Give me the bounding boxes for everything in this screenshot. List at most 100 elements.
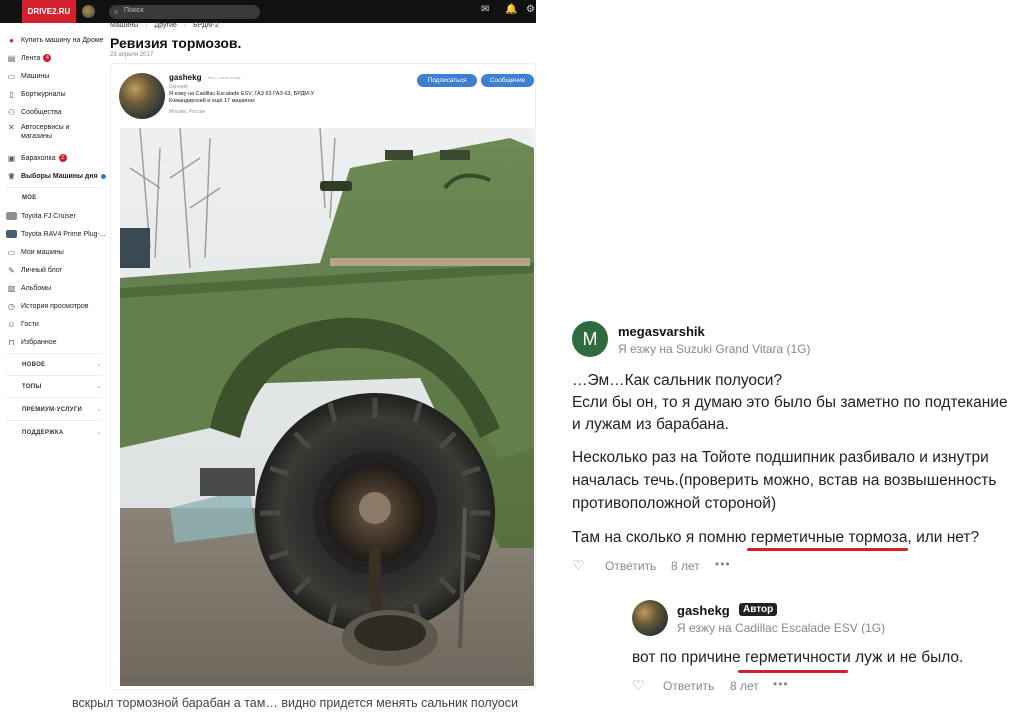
- hatch-window: [320, 181, 352, 191]
- car-thumbnail: [6, 230, 17, 238]
- author-cars: Я езжу на Cadillac Escalade ESV, ГАЗ 63 …: [169, 91, 315, 104]
- comment-line: Если бы он, то я думаю это было бы замет…: [572, 394, 1008, 411]
- background-tank: [120, 228, 150, 268]
- author-city: Москва, Россия: [169, 109, 206, 115]
- commenter-name[interactable]: megasvarshik: [618, 324, 705, 339]
- subscribe-button[interactable]: Подписаться: [417, 74, 477, 87]
- my-item-label: Гости: [21, 320, 39, 328]
- pen-icon: ✎: [8, 265, 15, 275]
- divider: [6, 375, 102, 376]
- breadcrumb-sep: ›: [183, 22, 187, 29]
- turret-window: [385, 150, 413, 160]
- site-logo[interactable]: DRIVE2.RU: [22, 0, 76, 23]
- like-icon[interactable]: ♡: [632, 677, 645, 694]
- more-icon[interactable]: •••: [773, 677, 789, 691]
- more-icon[interactable]: •••: [715, 557, 731, 571]
- guests-icon: ☺: [7, 319, 16, 329]
- sidebar-item-market[interactable]: ▣ Барахолка 2: [6, 151, 67, 165]
- chevron-down-icon[interactable]: ⌄: [96, 428, 102, 436]
- section-new[interactable]: НОВОЕ: [22, 362, 45, 368]
- comment-line: …Эм…Как сальник полуоси?: [572, 372, 783, 389]
- author-name[interactable]: gashekg: [169, 73, 201, 82]
- my-item-blog[interactable]: ✎ Личный блог: [6, 263, 62, 277]
- author-badge: Автор: [739, 603, 778, 616]
- community-icon: ⚇: [7, 107, 16, 117]
- author-avatar[interactable]: [119, 73, 165, 119]
- message-button[interactable]: Сообщение: [481, 74, 534, 87]
- breadcrumb: Машины › Другие › БРДМ-2: [110, 22, 224, 29]
- reply-author-name[interactable]: gashekg: [677, 603, 730, 618]
- breadcrumb-cars[interactable]: Машины: [110, 22, 138, 29]
- search-icon: ⌕: [114, 7, 119, 16]
- my-item-fj[interactable]: Toyota FJ Cruiser: [6, 209, 76, 223]
- sidebar-item-label: Барахолка: [21, 154, 56, 162]
- my-item-my-cars[interactable]: ▭ Мои машины: [6, 245, 64, 259]
- history-icon: ◷: [8, 301, 15, 311]
- sidebar-item-communities[interactable]: ⚇ Сообщества: [6, 105, 62, 119]
- wrench-icon: ✕: [8, 123, 15, 132]
- search-input[interactable]: ⌕ Поиск: [109, 5, 260, 19]
- my-item-favorites[interactable]: ⊓ Избранное: [6, 335, 56, 349]
- feed-badge: 4: [43, 54, 52, 62]
- commenter-avatar[interactable]: M: [572, 321, 608, 357]
- new-dot: [100, 173, 106, 179]
- reply-button[interactable]: Ответить: [605, 559, 656, 573]
- sidebar-item-label: Лента: [21, 54, 41, 62]
- my-item-label: Альбомы: [21, 284, 52, 292]
- author-real-name: Евгений: [169, 84, 188, 90]
- notifications-icon[interactable]: 🔔: [505, 4, 517, 15]
- author-reply-avatar[interactable]: [632, 600, 668, 636]
- turret-window: [440, 150, 470, 160]
- my-item-history[interactable]: ◷ История просмотров: [6, 299, 88, 313]
- trophy-icon: ♕: [7, 171, 16, 181]
- chevron-down-icon[interactable]: ⌄: [96, 382, 102, 390]
- sidebar-item-services[interactable]: ✕ Автосервисы и магазины: [6, 123, 69, 147]
- drom-icon: ●: [9, 35, 14, 45]
- chevron-down-icon[interactable]: ⌄: [96, 405, 102, 413]
- my-item-label: Мои машины: [21, 248, 64, 256]
- post-photo[interactable]: [120, 128, 534, 686]
- comment-age: 8 лет: [730, 679, 759, 693]
- comment-line: началась течь.(проверить можно, встав на…: [572, 472, 997, 489]
- my-item-label: Избранное: [21, 338, 57, 346]
- messages-icon[interactable]: ✉: [481, 4, 489, 15]
- sidebar-item-label: Бортжурналы: [21, 90, 66, 98]
- my-heading: МОЕ: [22, 195, 37, 201]
- breadcrumb-other[interactable]: Другие: [154, 22, 176, 29]
- reply-button[interactable]: Ответить: [663, 679, 714, 693]
- section-support[interactable]: ПОДДЕРЖКА: [22, 430, 64, 436]
- comment-line: и лужам из барабана.: [572, 416, 729, 433]
- feed-icon: ▤: [7, 53, 16, 63]
- my-item-albums[interactable]: ▨ Альбомы: [6, 281, 51, 295]
- sidebar-item-feed[interactable]: ▤ Лента 4: [6, 51, 52, 65]
- axle-center: [359, 492, 391, 524]
- car-thumbnail: [6, 212, 17, 220]
- settings-icon[interactable]: ⚙: [526, 4, 535, 15]
- sidebar-item-label: Сообщества: [21, 108, 62, 116]
- my-item-rav4[interactable]: Toyota RAV4 Prime Plug-...: [6, 227, 106, 241]
- sidebar-item-drom[interactable]: ● Купить машину на Дроме: [6, 33, 103, 47]
- album-icon: ▨: [7, 283, 16, 293]
- logbook-icon: ▯: [9, 89, 14, 99]
- like-icon[interactable]: ♡: [572, 557, 585, 574]
- sidebar-item-logbooks[interactable]: ▯ Бортжурналы: [6, 87, 66, 101]
- breadcrumb-brdm[interactable]: БРДМ-2: [193, 22, 219, 29]
- my-item-label: Toyota RAV4 Prime Plug-...: [21, 230, 106, 238]
- bookmark-icon: ⊓: [8, 337, 15, 347]
- divider: [6, 353, 102, 354]
- chevron-down-icon[interactable]: ⌄: [96, 360, 102, 368]
- divider: [6, 420, 102, 421]
- divider: [6, 397, 102, 398]
- post-date: 23 апреля 2017: [110, 52, 154, 58]
- search-placeholder: Поиск: [124, 7, 144, 14]
- sidebar-item-label: Выборы Машины дня: [21, 172, 98, 180]
- sidebar-item-car-of-day[interactable]: ♕ Выборы Машины дня: [6, 169, 106, 183]
- my-item-guests[interactable]: ☺ Гости: [6, 317, 39, 331]
- user-avatar[interactable]: [82, 5, 95, 18]
- tools-tray: [200, 468, 255, 496]
- comment-line: Несколько раз на Тойоте подшипник разбив…: [572, 449, 989, 466]
- section-premium[interactable]: ПРЕМИУМ-УСЛУГИ: [22, 407, 82, 413]
- section-tops[interactable]: ТОПЫ: [22, 384, 42, 390]
- sidebar-item-cars[interactable]: ▭ Машины: [6, 69, 50, 83]
- drum-inside: [354, 615, 426, 651]
